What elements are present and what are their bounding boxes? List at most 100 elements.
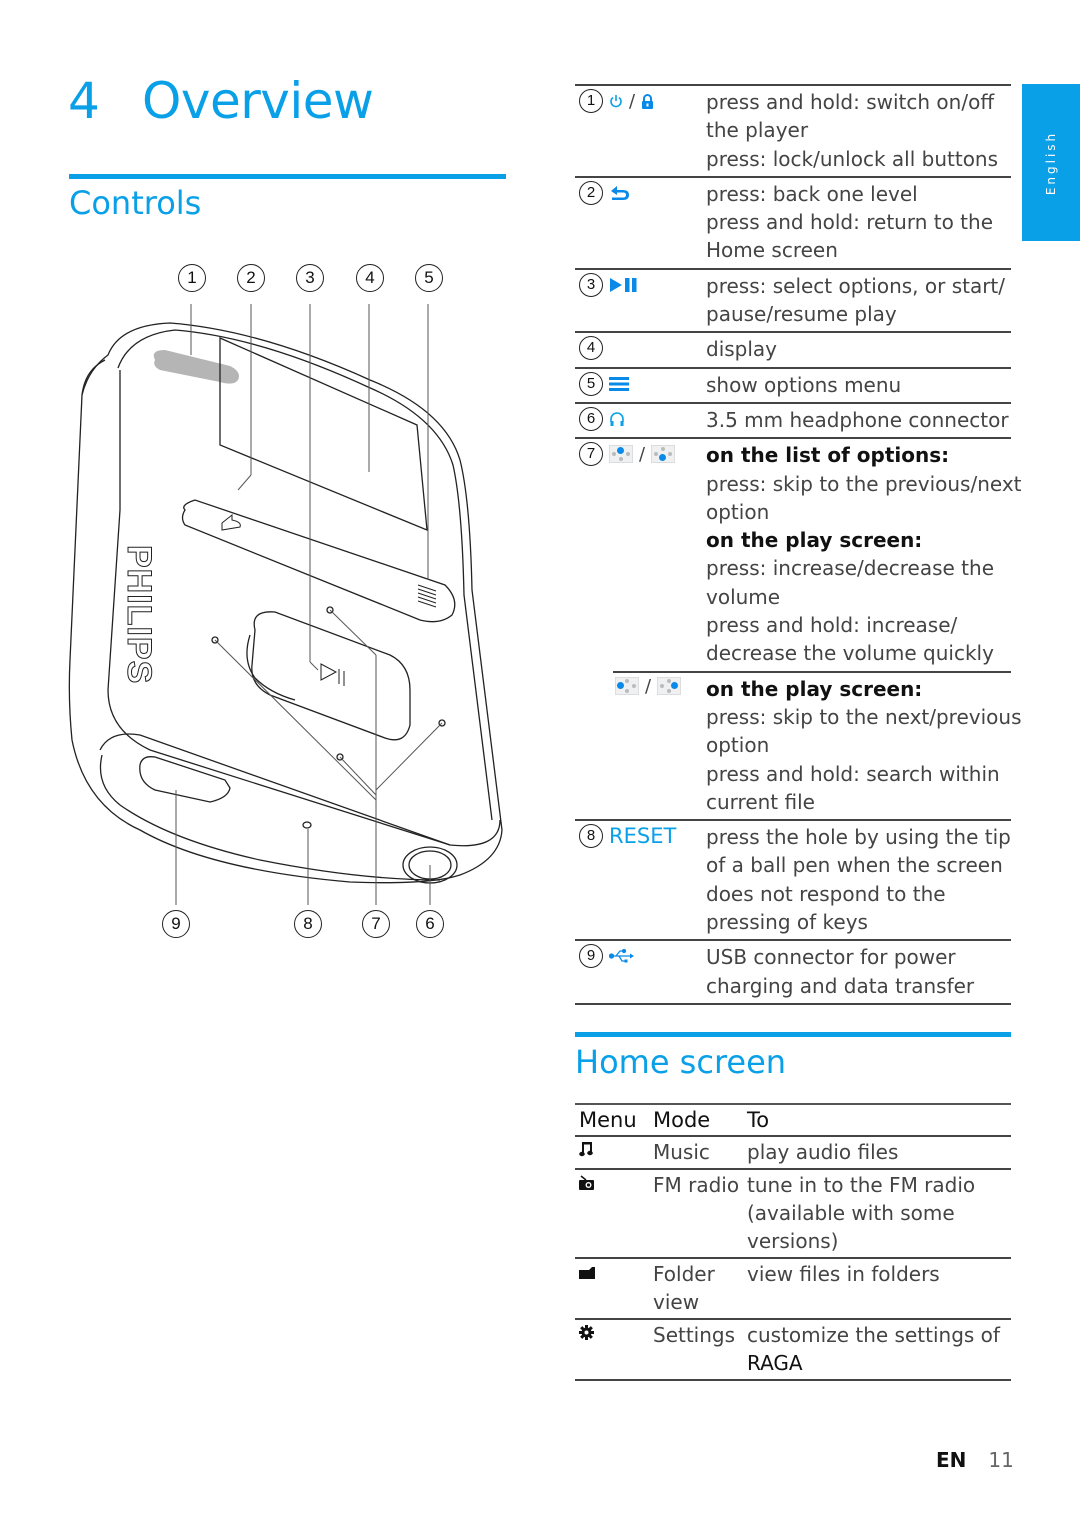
mode-description: tune in to the FM radio: [747, 1173, 976, 1197]
control-number: 4: [579, 336, 603, 361]
control-description: USB connector for power charging and dat…: [706, 943, 1011, 1000]
description-line: decrease the volume quickly: [706, 641, 994, 666]
callout-2: 2: [237, 264, 265, 292]
control-number: 6: [579, 406, 603, 431]
description-line: press the hole by using the tip: [706, 825, 1011, 850]
section-rule-controls: [69, 174, 506, 179]
radio-icon: [579, 1175, 594, 1190]
dpad-up-icon: [609, 445, 633, 464]
reset-label: RESET: [609, 824, 677, 849]
control-description: show options menu: [706, 371, 1011, 399]
dpad-down-icon: [651, 445, 676, 464]
section-title-controls: Controls: [69, 184, 202, 222]
control-number: 9: [579, 944, 603, 969]
description-line: press: increase/decrease the: [706, 556, 994, 581]
settings-gear-icon: [579, 1325, 594, 1340]
play-pause-pad: [251, 611, 411, 741]
mode-label: Settings: [653, 1323, 736, 1347]
headphone-icon: [610, 412, 624, 426]
dpad-right-icon: [657, 677, 682, 696]
menu-button-grill: [417, 584, 437, 608]
description-line: does not respond to the: [706, 881, 946, 906]
column-header-mode: Mode: [653, 1108, 711, 1132]
music-note-icon: [579, 1142, 593, 1157]
mode-description: versions): [747, 1229, 839, 1253]
column-header-to: To: [747, 1108, 770, 1132]
description-line: pressing of keys: [706, 910, 868, 935]
description-heading: on the play screen:: [706, 676, 923, 701]
description-line: press: lock/unlock all buttons: [706, 146, 999, 171]
control-number: 8: [579, 824, 603, 849]
mode-label: Folder: [653, 1262, 715, 1286]
description-line: press and hold: switch on/off: [706, 90, 995, 114]
description-line: option: [706, 733, 770, 758]
mode-label: Music: [653, 1140, 710, 1164]
callout-3: 3: [296, 264, 324, 292]
description-line: press: select options, or start/: [706, 273, 1006, 298]
control-key: 9: [579, 944, 635, 969]
controls-row-5: 5 show options menu: [575, 366, 1011, 402]
control-description: press: select options, or start/ pause/r…: [706, 272, 1011, 329]
mode-description: customize the settings of: [747, 1323, 1000, 1347]
description-line: show options menu: [706, 372, 902, 397]
controls-table: 1 / press and hold: switch on/off the pl…: [575, 84, 1022, 1005]
control-key: 1 /: [579, 89, 654, 113]
folder-icon: [579, 1267, 595, 1279]
callout-9: 9: [162, 910, 190, 938]
description-line: press: back one level: [706, 181, 918, 206]
controls-row-7: 7 / on the list of options: press: skip …: [575, 437, 1022, 670]
controls-row-7-sub: / on the play screen: press: skip to the…: [613, 670, 1022, 819]
description-line: press and hold: search within: [706, 761, 1000, 786]
callout-7: 7: [362, 910, 390, 938]
description-line: pause/resume play: [706, 302, 897, 327]
mode-label: FM radio: [653, 1173, 740, 1197]
section-title-home: Home screen: [575, 1043, 787, 1081]
back-icon: [611, 185, 629, 200]
chapter-name: Overview: [142, 72, 374, 130]
description-line: option: [706, 499, 770, 524]
power-lock-slider: [153, 350, 239, 384]
description-line: USB connector for power: [706, 945, 956, 970]
description-line: press: skip to the previous/next: [706, 471, 1022, 496]
controls-row-2: 2 press: back one level press and hold: …: [575, 175, 1011, 268]
description-line: press and hold: return to the: [706, 210, 993, 235]
product-name: RAGA: [747, 1351, 803, 1375]
control-description: on the list of options: press: skip to t…: [706, 441, 1022, 667]
description-line: press: skip to the next/previous: [706, 704, 1022, 729]
section-rule-home: [575, 1032, 1011, 1037]
usb-port: [139, 756, 231, 803]
control-description: on the play screen: press: skip to the n…: [706, 675, 1022, 816]
device-diagram: PHILIPS 1 2 3 4 5 9 8 7 6: [60, 260, 520, 950]
separator-slash: /: [629, 90, 636, 112]
chapter-number: 4: [68, 72, 100, 130]
description-line: Home screen: [706, 238, 838, 263]
dpad-left-icon: [615, 677, 639, 696]
mode-description: play audio files: [747, 1140, 899, 1164]
description-line: display: [706, 337, 778, 362]
separator-slash: /: [645, 675, 652, 697]
language-tab-label: English: [1044, 130, 1058, 195]
column-header-menu: Menu: [579, 1108, 637, 1132]
control-number: 5: [579, 371, 603, 396]
controls-row-1: 1 / press and hold: switch on/off the pl…: [575, 84, 1011, 176]
chapter-title: 4 Overview: [68, 72, 374, 130]
control-key: /: [615, 675, 682, 697]
control-number: 1: [579, 89, 603, 113]
description-line: current file: [706, 789, 815, 814]
control-key: 3: [579, 272, 639, 297]
controls-row-9: 9 USB connector for power charging and d…: [575, 939, 1011, 1005]
lock-icon: [642, 93, 654, 109]
separator-slash: /: [639, 443, 646, 465]
usb-icon: [609, 949, 634, 963]
power-icon: [610, 95, 622, 108]
description-line: charging and data transfer: [706, 973, 975, 998]
callout-4: 4: [356, 264, 384, 292]
table-row: Settings customize the settings of RAGA: [575, 1319, 1011, 1380]
callout-8: 8: [294, 910, 322, 938]
page-number: 11: [988, 1448, 1014, 1472]
callout-5: 5: [415, 264, 443, 292]
control-description: press and hold: switch on/off the player…: [706, 88, 1011, 173]
controls-row-4: 4 display: [575, 331, 1011, 366]
home-screen-table: Menu Mode To Music play audio files FM r…: [575, 1103, 1011, 1381]
control-description: display: [706, 335, 1011, 363]
